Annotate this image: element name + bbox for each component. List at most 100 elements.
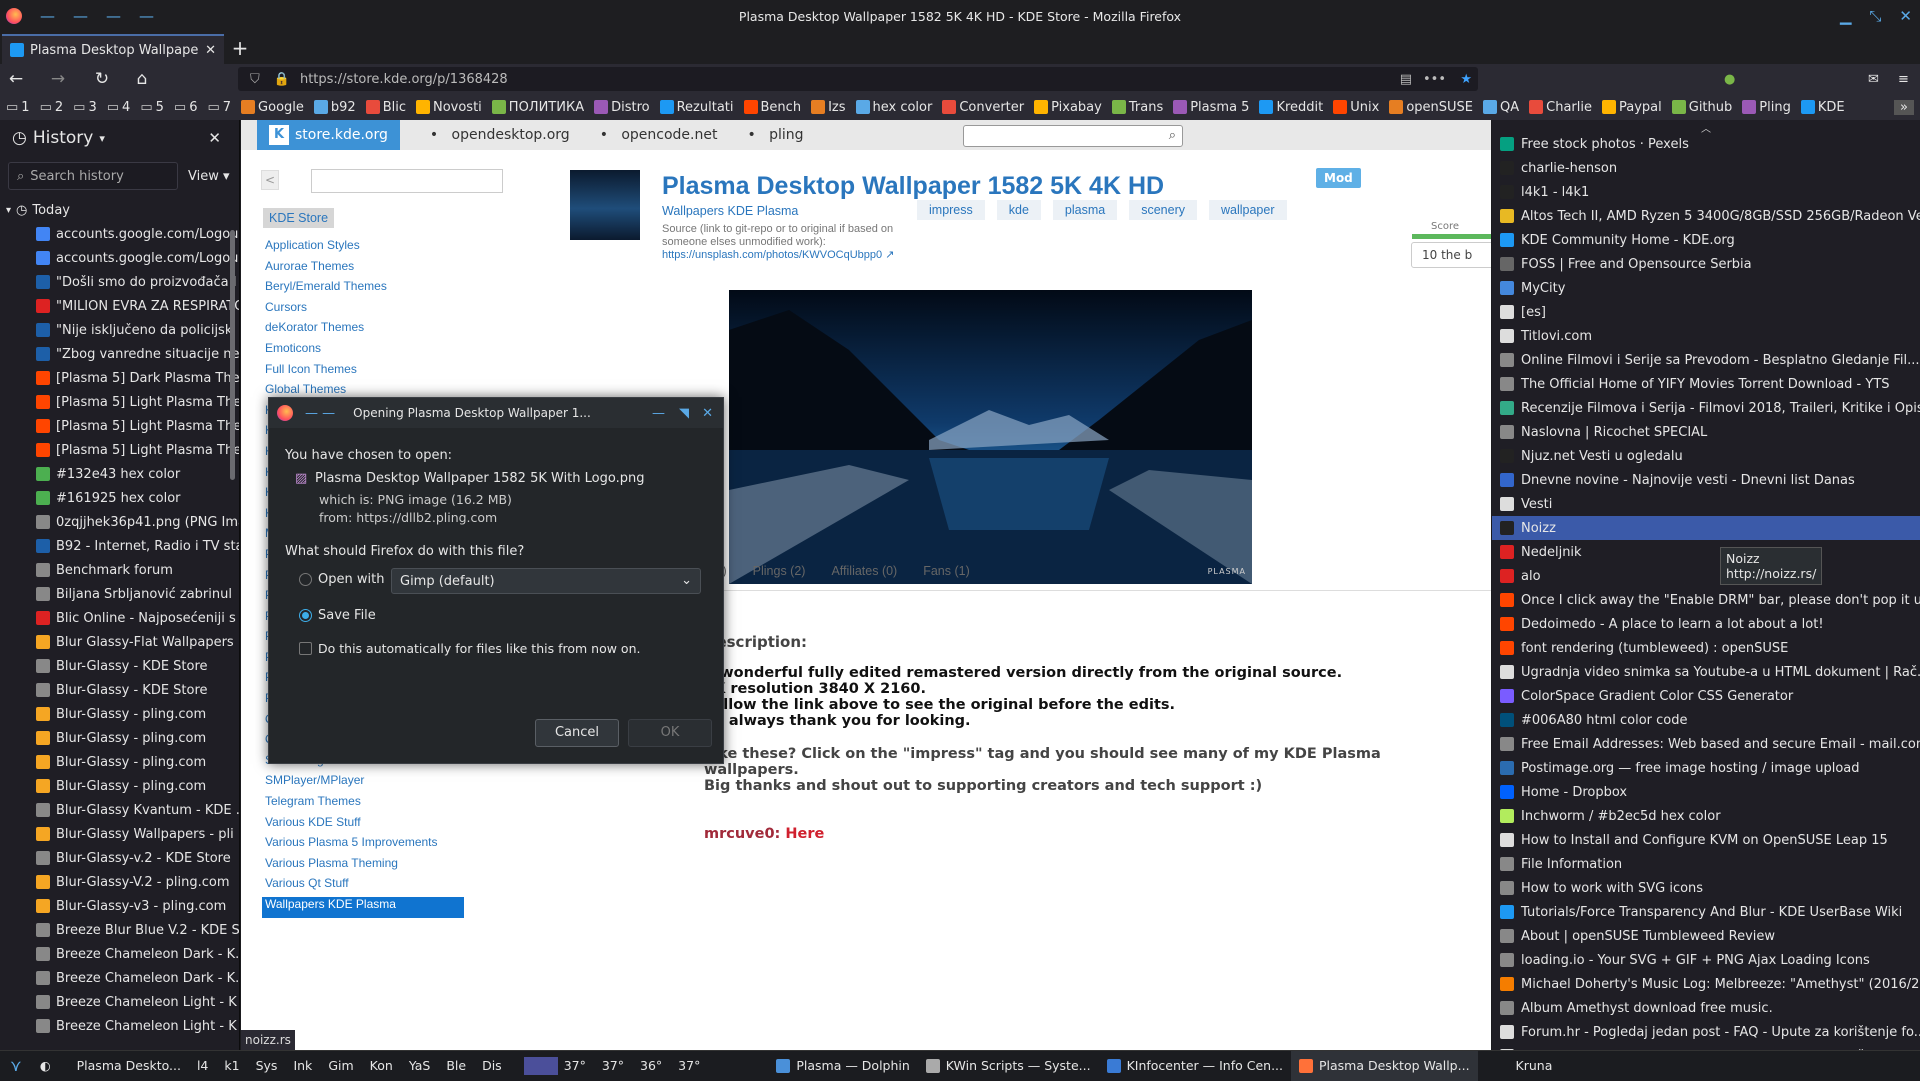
category-link[interactable]: Emoticons bbox=[265, 341, 505, 362]
tab-active[interactable]: Plasma Desktop Wallpaper ✕ bbox=[2, 34, 224, 64]
category-filter-input[interactable] bbox=[311, 169, 503, 193]
history-item[interactable]: Breeze Chameleon Dark - K. bbox=[0, 966, 239, 990]
taskbar-item[interactable]: KWin Scripts — Syste... bbox=[918, 1051, 1099, 1081]
bookmark-row[interactable]: Album Amethyst download free music. bbox=[1492, 996, 1920, 1020]
dialog-max-icon[interactable]: ◥ bbox=[679, 406, 689, 421]
app-select[interactable]: Gimp (default) ⌄ bbox=[391, 568, 701, 594]
history-item[interactable]: [Plasma 5] Dark Plasma The bbox=[0, 366, 239, 390]
bookmark-item[interactable]: ПОЛИТИКА bbox=[491, 100, 584, 115]
sidebar-close-icon[interactable]: ✕ bbox=[208, 129, 221, 147]
bookmark-row[interactable]: loading.io - Your SVG + GIF + PNG Ajax L… bbox=[1492, 948, 1920, 972]
close-icon[interactable]: ✕ bbox=[1899, 7, 1912, 25]
category-link[interactable]: Various Plasma 5 Improvements bbox=[265, 835, 505, 856]
history-item[interactable]: Biljana Srbljanović zabrinul bbox=[0, 582, 239, 606]
bookmark-item[interactable]: KDE bbox=[1800, 100, 1845, 115]
bookmark-item[interactable]: Paypal bbox=[1602, 100, 1662, 115]
overflow-chevron-icon[interactable]: » bbox=[1894, 99, 1914, 115]
score-select[interactable]: 10 the b bbox=[1411, 242, 1491, 268]
bookmark-row[interactable]: Michael Doherty's Music Log: Melbreeze: … bbox=[1492, 972, 1920, 996]
tag-chip[interactable]: impress bbox=[917, 200, 985, 220]
bookmark-row[interactable]: Home - Dropbox bbox=[1492, 780, 1920, 804]
bookmark-row[interactable]: The Official Home of YIFY Movies Torrent… bbox=[1492, 372, 1920, 396]
bookmark-star-icon[interactable]: ★ bbox=[1460, 72, 1472, 87]
bookmark-item[interactable]: Google bbox=[241, 100, 304, 115]
bookmark-row[interactable]: How to work with SVG icons bbox=[1492, 876, 1920, 900]
back-icon[interactable]: ← bbox=[4, 69, 28, 89]
bookmark-item[interactable]: ▭ 7 bbox=[207, 100, 231, 115]
bookmark-row[interactable]: charlie-henson bbox=[1492, 156, 1920, 180]
history-item[interactable]: [Plasma 5] Light Plasma The bbox=[0, 414, 239, 438]
scroll-up-icon[interactable]: ︿ bbox=[1492, 120, 1920, 135]
product-image[interactable]: PLASMA bbox=[729, 290, 1252, 584]
history-item[interactable]: "Nije isključeno da policijsk bbox=[0, 318, 239, 342]
history-item[interactable]: Blur-Glassy - pling.com bbox=[0, 702, 239, 726]
dialog-menu-icon[interactable]: — — bbox=[305, 406, 335, 421]
history-item[interactable]: Benchmark forum bbox=[0, 558, 239, 582]
history-item[interactable]: "Došli smo do proizvođača I bbox=[0, 270, 239, 294]
breadcrumb[interactable]: KDE Store bbox=[263, 208, 335, 228]
pager-widget[interactable] bbox=[523, 1056, 558, 1075]
bookmark-item[interactable]: Kreddit bbox=[1259, 100, 1323, 115]
bookmark-row[interactable]: Nedeljnik bbox=[1492, 540, 1920, 564]
product-category-link[interactable]: Wallpapers KDE Plasma bbox=[662, 204, 798, 218]
bookmark-item[interactable]: Bench bbox=[743, 100, 801, 115]
show-desktop-icon[interactable]: ◐ bbox=[32, 1058, 59, 1073]
taskbar-item[interactable]: Plasma Desktop Wallp... bbox=[1291, 1050, 1478, 1081]
category-link[interactable]: Telegram Themes bbox=[265, 794, 505, 815]
category-link[interactable]: Aurorae Themes bbox=[265, 259, 505, 280]
history-item[interactable]: Blur-Glassy - pling.com bbox=[0, 750, 239, 774]
bookmark-item[interactable]: Github bbox=[1671, 100, 1732, 115]
bookmark-row[interactable]: MyCity bbox=[1492, 276, 1920, 300]
bookmark-row[interactable]: ColorSpace Gradient Color CSS Generator bbox=[1492, 684, 1920, 708]
bookmark-row[interactable]: [es] bbox=[1492, 300, 1920, 324]
bookmark-row[interactable]: About | openSUSE Tumbleweed Review bbox=[1492, 924, 1920, 948]
product-tab[interactable]: Affiliates (0) bbox=[831, 564, 897, 578]
bookmark-item[interactable]: ▭ 3 bbox=[73, 100, 97, 115]
menu-icon[interactable]: ≡ bbox=[1898, 72, 1909, 87]
bookmark-row[interactable]: Forum.hr - Pogledaj jedan post - FAQ - U… bbox=[1492, 1020, 1920, 1044]
lock-icon[interactable]: 🔒 bbox=[274, 72, 290, 87]
auto-checkbox[interactable]: Do this automatically for files like thi… bbox=[299, 641, 640, 656]
bookmark-item[interactable]: Novosti bbox=[415, 100, 482, 115]
bookmark-row[interactable]: Noizz bbox=[1492, 516, 1920, 540]
bookmark-item[interactable]: Blic bbox=[365, 100, 406, 115]
tag-chip[interactable]: kde bbox=[996, 200, 1041, 220]
topbar-link-pling[interactable]: • pling bbox=[747, 127, 803, 143]
bookmark-item[interactable]: Converter bbox=[942, 100, 1024, 115]
bookmark-item[interactable]: Trans bbox=[1111, 100, 1163, 115]
bookmark-item[interactable]: hex color bbox=[855, 100, 932, 115]
history-item[interactable]: Blur-Glassy - pling.com bbox=[0, 726, 239, 750]
bookmark-item[interactable]: Distro bbox=[594, 100, 650, 115]
bookmark-row[interactable]: Recenzije Filmova i Serija - Filmovi 201… bbox=[1492, 396, 1920, 420]
dialog-min-icon[interactable]: — bbox=[652, 406, 665, 421]
bookmark-item[interactable]: openSUSE bbox=[1389, 100, 1473, 115]
history-item[interactable]: [Plasma 5] Light Plasma The bbox=[0, 390, 239, 414]
bookmark-row[interactable]: Online Filmovi i Serije sa Prevodom - Be… bbox=[1492, 348, 1920, 372]
search-icon[interactable]: ⌕ bbox=[1169, 128, 1176, 143]
taskbar-item[interactable]: YaS bbox=[401, 1051, 439, 1081]
dialog-close-icon[interactable]: ✕ bbox=[702, 406, 713, 421]
category-link[interactable]: Various Plasma Theming bbox=[265, 856, 505, 877]
bookmark-row[interactable]: How to Install and Configure KVM on Open… bbox=[1492, 828, 1920, 852]
category-link[interactable]: Cursors bbox=[265, 300, 505, 321]
history-item[interactable]: #132e43 hex color bbox=[0, 462, 239, 486]
category-link[interactable]: Various Qt Stuff bbox=[265, 876, 505, 897]
view-button[interactable]: View ▾ bbox=[188, 169, 230, 184]
bookmark-row[interactable]: KDE Community Home - KDE.org bbox=[1492, 228, 1920, 252]
bookmark-row[interactable]: Free Email Addresses: Web based and secu… bbox=[1492, 732, 1920, 756]
category-link[interactable]: deKorator Themes bbox=[265, 320, 505, 341]
open-with-radio[interactable]: Open with bbox=[299, 572, 384, 587]
history-item[interactable]: Blur-Glassy - KDE Store bbox=[0, 678, 239, 702]
category-link[interactable]: Wallpapers KDE Plasma bbox=[262, 897, 464, 918]
taskbar-item[interactable]: 36° bbox=[632, 1051, 670, 1081]
history-item[interactable]: Breeze Chameleon Light - K bbox=[0, 990, 239, 1014]
history-item[interactable]: [Plasma 5] Light Plasma The bbox=[0, 438, 239, 462]
url-text[interactable]: https://store.kde.org/p/1368428 bbox=[300, 72, 508, 87]
category-link[interactable]: Full Icon Themes bbox=[265, 362, 505, 383]
radio-checked[interactable] bbox=[299, 609, 312, 622]
history-item[interactable]: Blur-Glassy Wallpapers - pli bbox=[0, 822, 239, 846]
bookmark-row[interactable]: Altos Tech II, AMD Ryzen 5 3400G/8GB/SSD… bbox=[1492, 204, 1920, 228]
history-item[interactable]: Breeze Chameleon Light - K bbox=[0, 1014, 239, 1038]
bookmark-row[interactable]: Postimage.org — free image hosting / ima… bbox=[1492, 756, 1920, 780]
store-search-input[interactable]: ⌕ bbox=[963, 125, 1183, 147]
